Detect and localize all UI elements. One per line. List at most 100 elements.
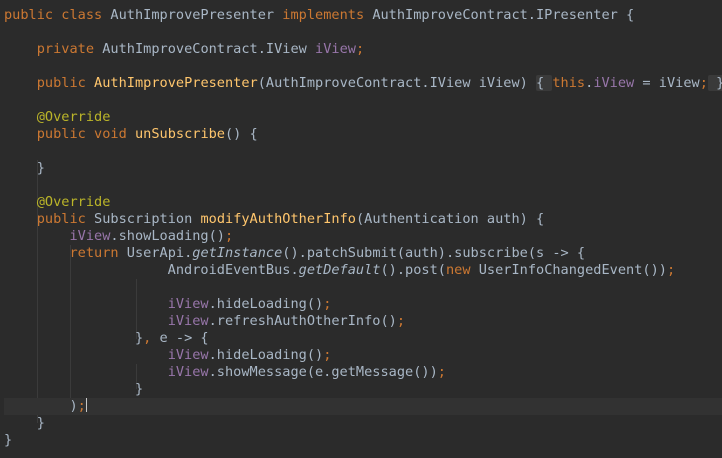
code-token: AuthImproveContract.IView <box>102 41 316 57</box>
code-token: } <box>4 330 144 346</box>
code-token: ; <box>437 364 446 380</box>
code-token: ; <box>224 228 234 244</box>
code-token: AuthImprovePresenter <box>94 75 258 91</box>
code-token: ; <box>699 75 708 91</box>
code-token: (AuthImproveContract.IView iView) <box>257 75 536 91</box>
code-token: = iView <box>634 75 700 91</box>
code-line[interactable] <box>4 58 722 75</box>
code-token: private <box>36 41 103 57</box>
code-token: } <box>4 381 144 397</box>
code-token: .hideLoading() <box>208 296 324 312</box>
code-line[interactable] <box>4 24 722 41</box>
code-token: ().post( <box>380 262 446 278</box>
code-line[interactable]: AndroidEventBus.getDefault().post(new Us… <box>4 262 722 279</box>
code-lines: public class AuthImprovePresenter implem… <box>4 7 722 449</box>
code-token: iView <box>167 296 209 312</box>
code-token: UserApi. <box>126 245 193 261</box>
code-token: this <box>552 75 586 91</box>
code-line[interactable] <box>4 279 722 296</box>
code-line[interactable]: @Override <box>4 194 722 211</box>
code-token: iView <box>593 75 635 91</box>
code-line[interactable]: public class AuthImprovePresenter implem… <box>4 7 722 24</box>
code-token: public void <box>36 126 135 142</box>
code-line[interactable]: }, e -> { <box>4 330 722 347</box>
code-line[interactable]: public Subscription modifyAuthOtherInfo(… <box>4 211 722 228</box>
code-line[interactable]: } <box>4 415 722 432</box>
code-token: ; <box>77 398 86 414</box>
code-token: ; <box>323 347 332 363</box>
code-token: Subscription <box>94 211 201 227</box>
code-token: e -> { <box>159 330 209 346</box>
folded-region[interactable]: { <box>536 75 553 91</box>
code-line[interactable]: public void unSubscribe() { <box>4 126 722 143</box>
code-token: public <box>36 75 95 91</box>
code-token: ().patchSubmit(auth).subscribe(s -> { <box>282 245 586 261</box>
code-token: AuthImprovePresenter <box>110 7 283 23</box>
code-token: () { <box>225 126 258 142</box>
code-token: return <box>69 245 127 261</box>
code-token: ; <box>323 296 332 312</box>
code-token: } <box>4 160 45 176</box>
code-token: modifyAuthOtherInfo <box>200 211 356 227</box>
code-line[interactable]: iView.refreshAuthOtherInfo(); <box>4 313 722 330</box>
code-line[interactable] <box>4 92 722 109</box>
code-token: iView <box>167 364 209 380</box>
code-line[interactable]: } <box>4 432 722 449</box>
code-line[interactable]: iView.hideLoading(); <box>4 296 722 313</box>
code-line[interactable]: iView.hideLoading(); <box>4 347 722 364</box>
code-line[interactable]: iView.showLoading(); <box>4 228 722 245</box>
code-token: UserInfoChangedEvent()) <box>478 262 667 278</box>
code-line[interactable]: @Override <box>4 109 722 126</box>
code-token: getInstance <box>192 245 283 261</box>
code-token: ; <box>355 41 365 57</box>
code-token: .hideLoading() <box>208 347 324 363</box>
code-token: iView <box>69 228 111 244</box>
code-token: public class <box>4 7 111 23</box>
code-token: .showMessage(e.getMessage()) <box>208 364 438 380</box>
code-editor[interactable]: public class AuthImprovePresenter implem… <box>0 0 722 458</box>
code-token: @Override <box>36 194 111 210</box>
folded-region[interactable]: } <box>707 75 722 91</box>
code-token: (Authentication auth) { <box>355 211 545 227</box>
code-token: implements <box>282 7 373 23</box>
code-line[interactable]: return UserApi.getInstance().patchSubmit… <box>4 245 722 262</box>
code-token: } <box>4 432 13 448</box>
code-line[interactable] <box>4 177 722 194</box>
code-token: unSubscribe <box>134 126 225 142</box>
code-line[interactable]: private AuthImproveContract.IView iView; <box>4 41 722 58</box>
code-token: getDefault <box>298 262 381 278</box>
code-token: ) <box>4 398 78 414</box>
code-token: new <box>445 262 479 278</box>
code-token: ; <box>666 262 676 278</box>
code-line[interactable] <box>4 143 722 160</box>
code-token: .refreshAuthOtherInfo() <box>208 313 397 329</box>
code-token: AndroidEventBus. <box>4 262 299 278</box>
text-caret <box>85 398 87 412</box>
code-token: iView <box>167 347 209 363</box>
code-token: } <box>4 415 45 431</box>
code-token: iView <box>315 41 356 57</box>
code-token: .showLoading() <box>110 228 225 244</box>
code-token: , <box>143 330 160 346</box>
code-line[interactable]: public AuthImprovePresenter(AuthImproveC… <box>4 75 722 92</box>
code-token: @Override <box>36 109 111 125</box>
code-token: public <box>36 211 95 227</box>
code-token: ; <box>396 313 406 329</box>
code-line[interactable]: } <box>4 381 722 398</box>
code-line[interactable]: iView.showMessage(e.getMessage()); <box>4 364 722 381</box>
code-token: iView <box>167 313 209 329</box>
code-line[interactable]: ); <box>4 398 722 415</box>
code-line[interactable]: } <box>4 160 722 177</box>
